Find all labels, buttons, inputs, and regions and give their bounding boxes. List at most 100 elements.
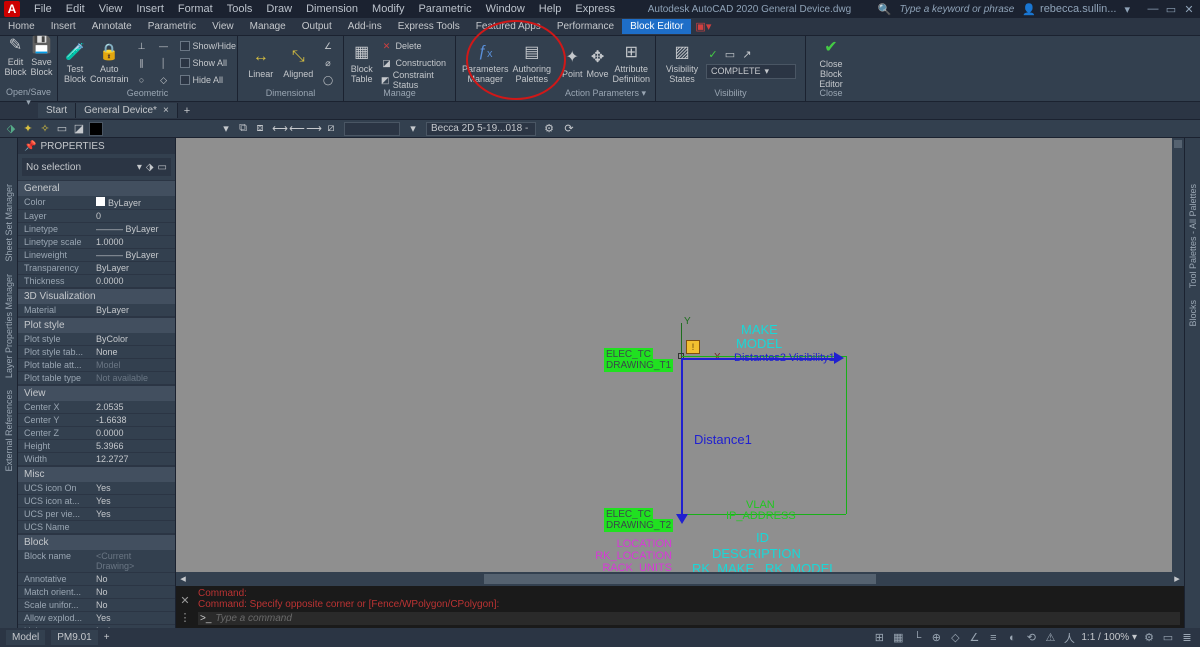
layout-tab[interactable]: PM9.01	[51, 630, 97, 645]
menu-window[interactable]: Window	[480, 3, 531, 15]
edit-block-button[interactable]: ✎ Edit Block	[3, 38, 29, 74]
ts-icon-4[interactable]: ▭	[55, 122, 69, 136]
add-tab-button[interactable]: +	[178, 103, 196, 119]
dim-icon-3[interactable]: ⟶	[307, 122, 321, 136]
constraint-btn-1[interactable]: ⊥	[133, 39, 151, 54]
selection-dropdown[interactable]: No selection ▾ ⬗ ▭	[22, 158, 171, 176]
prop-scale-uniform[interactable]: Scale unifor...No	[18, 599, 175, 612]
tab-layer-props[interactable]: Layer Properties Manager	[4, 268, 14, 384]
layer-iso-icon[interactable]: ⧈	[253, 122, 267, 136]
menu-file[interactable]: File	[28, 3, 58, 15]
show-all-button[interactable]: Show All	[177, 56, 240, 71]
dim-dropdown-icon[interactable]: ▾	[406, 122, 420, 136]
vis-icon-3[interactable]: ↗	[740, 48, 754, 62]
prop-height[interactable]: Height5.3966	[18, 440, 175, 453]
prop-centery[interactable]: Center Y-1.6638	[18, 414, 175, 427]
command-input[interactable]: Type a command	[215, 613, 292, 624]
test-block-button[interactable]: 🧪 Test Block	[64, 38, 86, 88]
prop-block-name[interactable]: Block name<Current Drawing>	[18, 550, 175, 573]
pin-icon[interactable]: 📌	[24, 141, 36, 152]
ts-icon-1[interactable]: ⬗	[4, 122, 18, 136]
prop-ucs-perview[interactable]: UCS per vie...Yes	[18, 508, 175, 521]
panel-action-params[interactable]: Action Parameters ▾	[562, 88, 649, 99]
vis-icon-1[interactable]: ✓	[706, 48, 720, 62]
close-tab-icon[interactable]: ×	[163, 105, 169, 116]
annoscale-icon[interactable]: 人	[1062, 631, 1076, 645]
prop-allow-explode[interactable]: Allow explod...Yes	[18, 612, 175, 625]
tab-tool-palettes[interactable]: Tool Palettes - All Palettes	[1188, 178, 1198, 294]
constraint-btn-4[interactable]: —	[155, 39, 173, 54]
ortho-icon[interactable]: └	[910, 631, 924, 645]
construction-button[interactable]: ◪Construction	[377, 56, 449, 71]
prop-transparency[interactable]: TransparencyByLayer	[18, 262, 175, 275]
menu-modify[interactable]: Modify	[366, 3, 410, 15]
group-3dviz[interactable]: 3D Visualization	[18, 288, 175, 304]
move-button[interactable]: ✥ Move	[587, 38, 609, 88]
prop-ucs-name[interactable]: UCS Name	[18, 521, 175, 534]
prop-annotative[interactable]: AnnotativeNo	[18, 573, 175, 586]
prop-linetype-scale[interactable]: Linetype scale1.0000	[18, 236, 175, 249]
help-dropdown-icon[interactable]: ▾	[1124, 3, 1130, 16]
prop-centerz[interactable]: Center Z0.0000	[18, 427, 175, 440]
otrack-icon[interactable]: ∠	[967, 631, 981, 645]
prop-thickness[interactable]: Thickness0.0000	[18, 275, 175, 288]
tab-output[interactable]: Output	[294, 19, 340, 34]
layer-filter-icon[interactable]: ⧉	[236, 122, 250, 136]
dim-btn-2[interactable]: ⌀	[319, 56, 337, 71]
prop-layer[interactable]: Layer0	[18, 210, 175, 223]
tab-xrefs[interactable]: External References	[4, 384, 14, 478]
dim-icon-2[interactable]: ⟵	[290, 122, 304, 136]
search-hint[interactable]: Type a keyword or phrase	[899, 4, 1014, 15]
transparency-icon[interactable]: ◐	[1005, 631, 1019, 645]
constraint-status-button[interactable]: ◩Constraint Status	[377, 73, 449, 88]
tab-manage[interactable]: Manage	[242, 19, 294, 34]
group-view[interactable]: View	[18, 385, 175, 401]
menu-parametric[interactable]: Parametric	[412, 3, 477, 15]
prop-plotstyle[interactable]: Plot styleByColor	[18, 333, 175, 346]
layer-icon[interactable]: ▾	[219, 122, 233, 136]
group-general[interactable]: General	[18, 180, 175, 196]
clean-icon[interactable]: ▭	[1161, 631, 1175, 645]
restore-button[interactable]: ▭	[1164, 3, 1178, 15]
ts-icon-5[interactable]: ◪	[72, 122, 86, 136]
add-layout-button[interactable]: +	[104, 632, 110, 643]
prop-ucs-on[interactable]: UCS icon OnYes	[18, 482, 175, 495]
tab-addins[interactable]: Add-ins	[340, 19, 390, 34]
authoring-palettes-button[interactable]: ▤ Authoring Palettes	[513, 38, 552, 88]
annomon-icon[interactable]: ⚠	[1043, 631, 1057, 645]
scroll-left-button[interactable]: ◂	[176, 572, 190, 586]
lweight-icon[interactable]: ≡	[986, 631, 1000, 645]
pick-icon[interactable]: ▭	[158, 162, 167, 173]
prop-linetype[interactable]: Linetype——— ByLayer	[18, 223, 175, 236]
tab-parametric[interactable]: Parametric	[140, 19, 204, 34]
linear-button[interactable]: ↔ Linear	[244, 38, 278, 88]
tab-block-editor[interactable]: Block Editor	[622, 19, 691, 34]
visibility-states-button[interactable]: ▨ Visibility States	[662, 38, 702, 88]
point-button[interactable]: ✦ Point	[562, 38, 583, 88]
snap-icon[interactable]: ▦	[891, 631, 905, 645]
user-badge[interactable]: 👤 rebecca.sullin...	[1022, 3, 1116, 16]
vscrollbar[interactable]	[1172, 138, 1184, 572]
minimize-button[interactable]: —	[1146, 3, 1160, 15]
tab-sheet-set[interactable]: Sheet Set Manager	[4, 178, 14, 268]
group-misc[interactable]: Misc	[18, 466, 175, 482]
menu-draw[interactable]: Draw	[260, 3, 298, 15]
prop-units[interactable]: UnitsInches	[18, 625, 175, 628]
hscrollbar[interactable]: ◂ ▸	[176, 572, 1184, 586]
refresh-icon[interactable]: ⟳	[562, 122, 576, 136]
tab-insert[interactable]: Insert	[43, 19, 84, 34]
prop-material[interactable]: MaterialByLayer	[18, 304, 175, 317]
complete-dropdown[interactable]: COMPLETE▾	[706, 64, 796, 79]
doc-tab-start[interactable]: Start	[38, 103, 76, 118]
group-block[interactable]: Block	[18, 534, 175, 550]
search-icon[interactable]: 🔍	[878, 3, 892, 16]
ribbon-extra-icon[interactable]: ▣▾	[695, 20, 711, 33]
zoom-level[interactable]: 1:1 / 100% ▾	[1081, 632, 1137, 643]
grid-icon[interactable]: ⊞	[872, 631, 886, 645]
scroll-up-button[interactable]	[1174, 140, 1182, 148]
vis-icon-2[interactable]: ▭	[723, 48, 737, 62]
tab-featured[interactable]: Featured Apps	[468, 19, 549, 34]
attribute-definition-button[interactable]: ⊞ Attribute Definition	[613, 38, 651, 88]
menu-help[interactable]: Help	[533, 3, 568, 15]
layer-name-field[interactable]	[426, 122, 536, 136]
